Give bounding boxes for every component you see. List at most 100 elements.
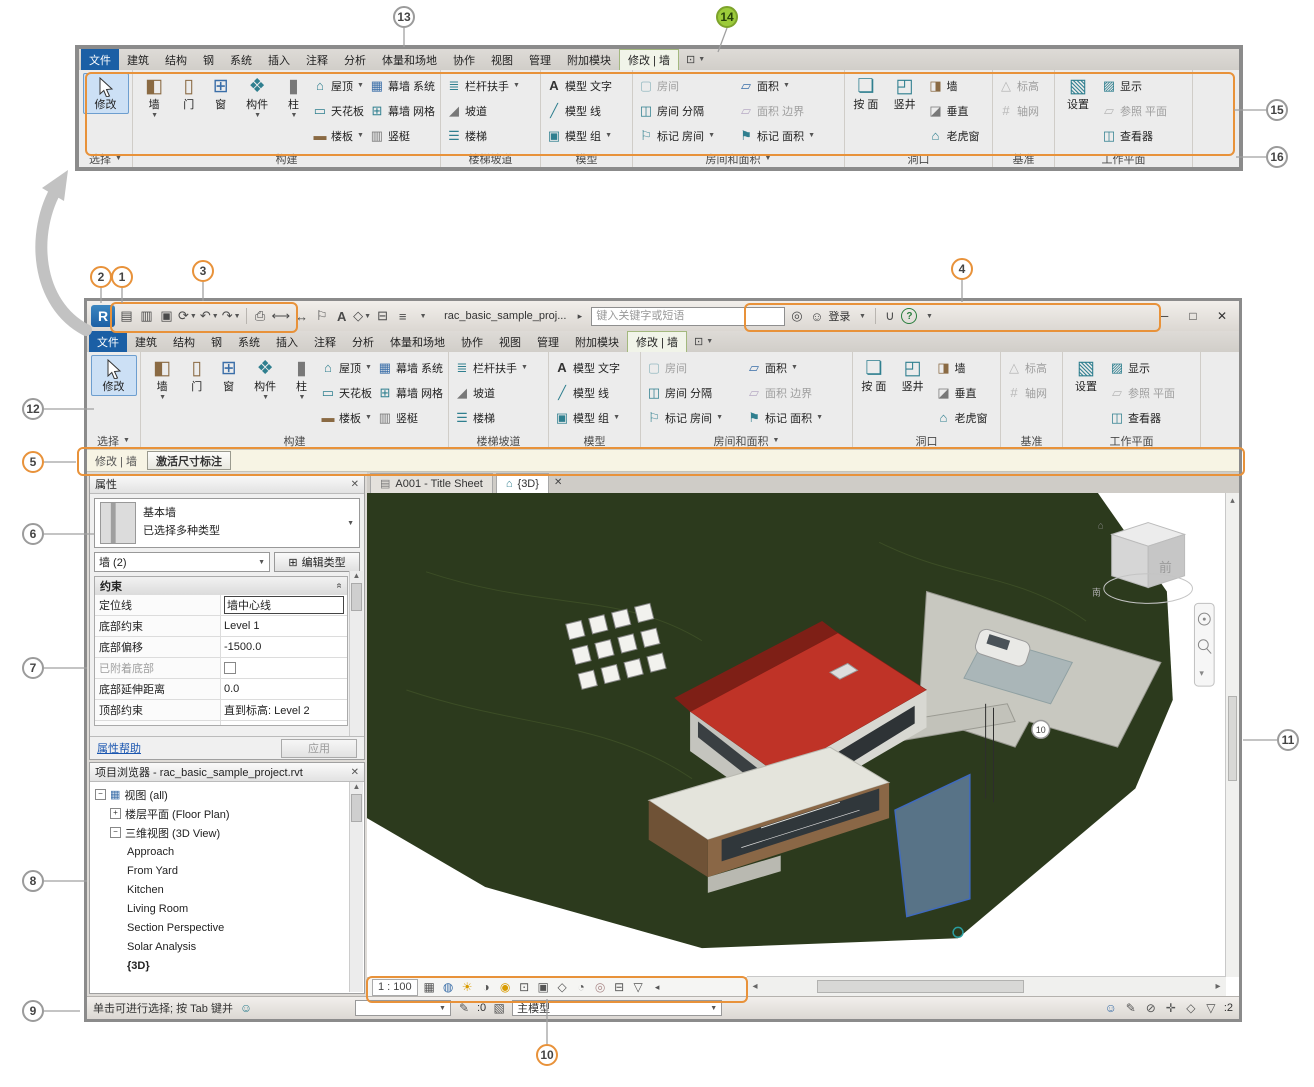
panel-label-datum[interactable]: 基准: [993, 150, 1054, 167]
view-properties-icon[interactable]: ⊟: [612, 980, 627, 994]
wall-opening-button[interactable]: ◨ 墙: [925, 73, 989, 98]
ribbon-display-toggle[interactable]: ⊡ ▼: [687, 331, 720, 352]
window-button[interactable]: ⊞ 窗: [205, 73, 236, 114]
tab-massing-site[interactable]: 体量和场地: [374, 49, 445, 70]
floor-button[interactable]: ▬ 楼板 ▼: [318, 405, 374, 430]
close-button[interactable]: ✕: [1209, 306, 1235, 326]
railing-button[interactable]: ≣ 栏杆扶手 ▼: [444, 73, 537, 98]
section-icon[interactable]: ⊟: [374, 306, 391, 326]
minimize-button[interactable]: ─: [1151, 306, 1177, 326]
home-icon[interactable]: ⌂: [1098, 520, 1104, 531]
title-expand-icon[interactable]: ▸: [571, 306, 588, 326]
ceiling-button[interactable]: ▭ 天花板: [310, 98, 366, 123]
panel-label-select[interactable]: 选择 ▼: [87, 432, 140, 449]
panel-label-build[interactable]: 构建: [133, 150, 440, 167]
model-text-button[interactable]: A 模型 文字: [544, 73, 629, 98]
panel-label-circulation[interactable]: 楼梯坡道: [449, 432, 548, 449]
show-work-plane-button[interactable]: ▨ 显示: [1107, 355, 1191, 380]
design-option-icon[interactable]: ▧: [492, 1001, 506, 1015]
sync-icon[interactable]: ⟳ ▼: [178, 306, 197, 326]
ramp-button[interactable]: ◢ 坡道: [444, 98, 537, 123]
property-value[interactable]: -1500.0: [221, 637, 347, 657]
stair-button[interactable]: ☰ 楼梯: [444, 123, 537, 148]
panel-label-work-plane[interactable]: 工作平面: [1055, 150, 1192, 167]
room-button[interactable]: ▢ 房间: [636, 73, 735, 98]
grid-button[interactable]: # 轴网: [996, 98, 1051, 123]
edit-type-button[interactable]: ⊞ 编辑类型: [274, 552, 360, 572]
panel-label-model[interactable]: 模型: [549, 432, 640, 449]
filter-icon[interactable]: ▽: [1204, 1001, 1218, 1015]
revit-logo[interactable]: R: [91, 305, 115, 327]
collapse-toggle-icon[interactable]: −: [110, 827, 121, 838]
curtain-system-button[interactable]: ▦ 幕墙 系统: [375, 355, 445, 380]
properties-scrollbar[interactable]: ▲: [349, 571, 363, 736]
area-boundary-button[interactable]: ▱ 面积 边界: [736, 98, 841, 123]
tab-annotate[interactable]: 注释: [298, 49, 336, 70]
type-selector[interactable]: 基本墙 已选择多种类型 ▼: [94, 498, 360, 548]
checkbox[interactable]: [224, 662, 236, 674]
group-constraints[interactable]: 约束 «: [95, 577, 347, 594]
tab-file[interactable]: 文件: [89, 331, 127, 352]
curtain-grid-button[interactable]: ⊞ 幕墙 网格: [375, 380, 445, 405]
ramp-button[interactable]: ◢ 坡道: [452, 380, 545, 405]
search-icon[interactable]: ◎: [788, 306, 805, 326]
level-button[interactable]: △ 标高: [1004, 355, 1059, 380]
door-button[interactable]: ▯ 门: [181, 355, 212, 396]
properties-header[interactable]: 属性 ✕: [90, 475, 364, 494]
component-button[interactable]: ❖ 构件 ▼: [245, 355, 285, 404]
tab-collaborate[interactable]: 协作: [445, 49, 483, 70]
tab-systems[interactable]: 系统: [230, 331, 268, 352]
ribbon-display-toggle[interactable]: ⊡ ▼: [679, 49, 712, 70]
thin-lines-icon[interactable]: ≡: [394, 306, 411, 326]
text-note-icon[interactable]: A: [333, 306, 350, 326]
area-button[interactable]: ▱ 面积 ▼: [736, 73, 841, 98]
redo-icon[interactable]: ↷ ▼: [222, 306, 241, 326]
ref-plane-button[interactable]: ▱ 参照 平面: [1099, 98, 1183, 123]
panel-label-room-area[interactable]: 房间和面积 ▼: [633, 150, 844, 167]
dormer-button[interactable]: ⌂ 老虎窗: [933, 405, 997, 430]
help-icon[interactable]: ?: [901, 308, 918, 324]
model-text-button[interactable]: A 模型 文字: [552, 355, 637, 380]
cart-icon[interactable]: ∪: [881, 306, 898, 326]
tag-icon[interactable]: ⚐: [313, 306, 330, 326]
wall-button[interactable]: ◧ 墙 ▼: [136, 73, 172, 122]
help-dropdown[interactable]: ▼: [920, 306, 937, 326]
room-separator-button[interactable]: ◫ 房间 分隔: [636, 98, 735, 123]
property-value[interactable]: 3500.0: [221, 721, 347, 725]
show-work-plane-button[interactable]: ▨ 显示: [1099, 73, 1183, 98]
detail-level-icon[interactable]: ▦: [422, 980, 437, 994]
property-value[interactable]: [221, 658, 347, 678]
door-button[interactable]: ▯ 门: [173, 73, 204, 114]
scale-button[interactable]: 1 : 100: [372, 978, 418, 996]
view-tab-3d[interactable]: ⌂ {3D}: [495, 473, 549, 493]
room-button[interactable]: ▢ 房间: [644, 355, 743, 380]
ceiling-button[interactable]: ▭ 天花板: [318, 380, 374, 405]
area-button[interactable]: ▱ 面积 ▼: [744, 355, 849, 380]
property-value[interactable]: Level 1: [221, 616, 347, 636]
select-underlay-icon[interactable]: ✎: [1124, 1001, 1138, 1015]
tab-view[interactable]: 视图: [491, 331, 529, 352]
wall-button[interactable]: ◧ 墙 ▼: [144, 355, 180, 404]
tab-systems[interactable]: 系统: [222, 49, 260, 70]
shaft-button[interactable]: ◰ 竖井: [885, 73, 925, 114]
property-value[interactable]: 0.0: [221, 679, 347, 699]
crop-view-icon[interactable]: ⊡: [517, 980, 532, 994]
tree-item-active[interactable]: {3D}: [90, 956, 364, 975]
vertical-opening-button[interactable]: ◪ 垂直: [933, 380, 997, 405]
area-boundary-button[interactable]: ▱ 面积 边界: [744, 380, 849, 405]
scroll-up-icon[interactable]: ▲: [353, 571, 361, 580]
activate-dimensions-button[interactable]: 激活尺寸标注: [146, 451, 231, 470]
scroll-left-icon[interactable]: ◂: [747, 981, 763, 992]
railing-button[interactable]: ≣ 栏杆扶手 ▼: [452, 355, 545, 380]
save-icon[interactable]: ▣: [158, 306, 175, 326]
mullion-button[interactable]: ▥ 竖梃: [367, 123, 437, 148]
component-button[interactable]: ❖ 构件 ▼: [237, 73, 277, 122]
select-pinned-icon[interactable]: ⊘: [1144, 1001, 1158, 1015]
sign-in-dropdown[interactable]: ▼: [853, 306, 870, 326]
tab-modify-wall[interactable]: 修改 | 墙: [619, 49, 679, 70]
stair-button[interactable]: ☰ 楼梯: [452, 405, 545, 430]
visual-style-icon[interactable]: ◍: [441, 980, 456, 994]
close-view-icon[interactable]: ✕: [554, 477, 562, 488]
tab-steel[interactable]: 钢: [203, 331, 230, 352]
select-link-icon[interactable]: ☺: [1104, 1001, 1118, 1015]
